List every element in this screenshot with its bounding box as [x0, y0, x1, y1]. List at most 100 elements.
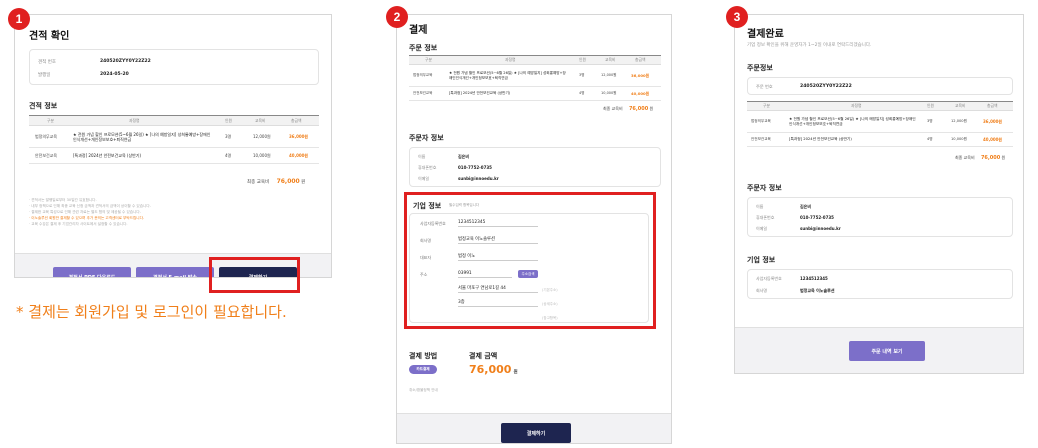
page-title: 결제완료 — [747, 29, 784, 40]
step-badge-1: 1 — [8, 8, 30, 30]
cell-fee: 10,000원 — [951, 137, 967, 141]
payment-amount-unit: 원 — [513, 370, 518, 375]
final-pay-button[interactable]: 결제하기 — [501, 423, 571, 443]
order-table: 구분 과정명 인원 교육비 총금액 법정의무교육 ★ 전원 가념 할인 프로모션… — [409, 55, 661, 107]
cell-course: [특과정] 2024년 안전보건교육 (상반기) — [73, 152, 142, 158]
th-total: 총금액 — [987, 103, 998, 108]
cell-fee: 10,000원 — [253, 152, 271, 158]
quote-info-box: 견적 번호 240520ZYY0Y22Z22 발행일 2024-05-20 — [29, 49, 319, 85]
info-value: 2024-05-20 — [100, 72, 129, 77]
orderer-box: 이름 김은비 휴대폰번호 010-7752-0735 이메일 sunbi@inn… — [747, 197, 1013, 237]
orderer-value: 김은비 — [800, 203, 812, 209]
th-total: 총금액 — [291, 117, 302, 123]
th-category: 구분 — [425, 57, 432, 62]
page-title: 견적 확인 — [29, 31, 70, 42]
section-title-method: 결제 방법 — [409, 352, 438, 360]
total-label: 최종 교육비 — [603, 106, 623, 111]
note-item: · 교육 수강은 결제 후 기업관리자 사이트에서 설정할 수 있습니다. — [29, 222, 128, 226]
section-title-company: 기업 정보 — [747, 256, 776, 264]
order-history-button[interactable]: 주문 내역 보기 — [849, 341, 925, 361]
total-unit: 원 — [649, 106, 654, 111]
orderer-value: 김은비 — [458, 153, 470, 159]
info-row: 발행일 2024-05-20 — [30, 69, 318, 80]
cell-course: ★ 전원 가념 할인 프로모션(5~6월 26일) ★ [나의 예방일지] 성희… — [789, 116, 916, 126]
info-value: 240520ZYY0Y22Z22 — [100, 59, 151, 64]
page-title: 결제 — [409, 25, 428, 36]
company-row: 회사명 법정교육 이노솔루션 — [748, 285, 1012, 296]
cell-category: 법정의무교육 — [35, 133, 58, 139]
company-value: 법정교육 이노솔루션 — [800, 287, 835, 293]
quote-table: 구분 과정명 인원 교육비 총금액 법정의무교육 ★ 전원 가념 할인 프로모션… — [29, 115, 319, 175]
th-course: 과정명 — [505, 57, 516, 62]
orderer-label: 이메일 — [756, 225, 768, 231]
cell-total: 40,000원 — [983, 136, 1003, 142]
total-value: 76,000 — [276, 178, 300, 185]
order-table: 구분 과정명 인원 교육비 총금액 법정의무교육 ★ 전원 가념 할인 프로모션… — [747, 101, 1013, 155]
card-payment-option[interactable]: 카드결제 — [409, 365, 437, 374]
total-row: 최종 교육비 76,000 원 — [247, 178, 305, 185]
table-row: 안전보건교육 [특과정] 2024년 안전보건교육 (상반기) 4명 10,00… — [747, 133, 1013, 147]
th-people: 인원 — [927, 103, 934, 108]
email-send-button[interactable]: 견적서 E-mail 발송 — [136, 267, 214, 277]
total-unit: 원 — [1001, 155, 1006, 160]
cell-course: ★ 전원 가념 할인 프로모션(5~6월 26일) ★ [나의 예방일지] 성희… — [73, 131, 211, 142]
table-row: 안전보건교육 [특과정] 2024년 안전보건교육 (상반기) 4명 10,00… — [29, 148, 319, 164]
highlight-pay-button — [209, 257, 300, 293]
orderer-label: 이메일 — [418, 175, 430, 181]
table-header: 구분 과정명 인원 교육비 총금액 — [409, 56, 661, 65]
order-number-row: 주문 번호 240520ZYY0Y22Z22 — [748, 81, 1012, 92]
section-title-amount: 결제 금액 — [469, 352, 498, 360]
company-label: 회사명 — [756, 287, 768, 293]
orderer-value: sunbi@innoedu.kr — [458, 176, 499, 181]
cell-total: 36,000원 — [631, 72, 650, 78]
step-badge-2: 2 — [386, 6, 408, 28]
orderer-row: 휴대폰번호 010-7752-0735 — [410, 162, 660, 173]
orderer-value: 010-7752-0735 — [800, 215, 834, 220]
info-row: 견적 번호 240520ZYY0Y22Z22 — [30, 56, 318, 67]
orderer-label: 휴대폰번호 — [418, 164, 437, 170]
section-title-order: 주문 정보 — [409, 44, 438, 52]
company-value: 1234512345 — [800, 276, 828, 281]
highlight-company-form — [404, 192, 656, 329]
orderer-box: 이름 김은비 휴대폰번호 010-7752-0735 이메일 sunbi@inn… — [409, 147, 661, 187]
orderer-label: 이름 — [756, 203, 764, 209]
table-header: 구분 과정명 인원 교육비 총금액 — [29, 116, 319, 126]
table-row: 법정의무교육 ★ 전원 가념 할인 프로모션(5~6월 26일) ★ [나의 예… — [29, 126, 319, 148]
table-row: 법정의무교육 ★ 전원 가념 할인 프로모션(5~6월 26일) ★ [나의 예… — [747, 111, 1013, 133]
th-people: 인원 — [579, 57, 586, 62]
cell-total: 40,000원 — [289, 152, 309, 158]
table-row: 법정의무교육 ★ 전원 가념 할인 프로모션(5~6월 26일) ★ [나의 예… — [409, 65, 661, 87]
total-unit: 원 — [301, 180, 306, 185]
payment-amount: 76,000 원 — [469, 363, 518, 376]
cell-category: 법정의무교육 — [751, 119, 771, 123]
th-fee: 교육비 — [955, 103, 966, 108]
total-row: 최종 교육비 76,000 원 — [955, 155, 1005, 161]
cell-fee: 12,000원 — [253, 133, 271, 139]
cell-category: 안전보건교육 — [751, 137, 771, 141]
cell-people: 3명 — [225, 133, 232, 139]
page-subtitle: 기업 정보 확인을 위해 운영자가 1~2일 이내로 연락드리겠습니다. — [747, 43, 872, 48]
table-header: 구분 과정명 인원 교육비 총금액 — [747, 102, 1013, 111]
th-fee: 교육비 — [255, 117, 266, 123]
order-number-label: 주문 번호 — [756, 83, 773, 89]
th-category: 구분 — [763, 103, 770, 108]
login-required-caption: * 결제는 회원가입 및 로그인이 필요합니다. — [16, 303, 287, 321]
cell-fee: 10,000원 — [601, 91, 617, 95]
company-label: 사업자등록번호 — [756, 275, 782, 281]
section-title-orderer: 주문자 정보 — [747, 184, 782, 192]
pdf-download-button[interactable]: 견적서 PDF 다운로드 — [53, 267, 131, 277]
cell-fee: 12,000원 — [951, 119, 967, 123]
th-people: 인원 — [225, 117, 232, 123]
refund-policy-link[interactable]: 취소/환불정책 안내 — [409, 387, 438, 393]
order-number-value: 240520ZYY0Y22Z22 — [800, 84, 852, 89]
table-row: 안전보건교육 [특과정] 2024년 안전보건교육 (상반기) 4명 10,00… — [409, 87, 661, 101]
orderer-row: 이메일 sunbi@innoedu.kr — [410, 173, 660, 184]
cell-fee: 12,000원 — [601, 73, 617, 77]
total-label: 최종 교육비 — [955, 155, 975, 160]
company-row: 사업자등록번호 1234512345 — [748, 273, 1012, 284]
cell-total: 36,000원 — [289, 133, 309, 139]
orderer-label: 이름 — [418, 153, 426, 159]
total-row: 최종 교육비 76,000 원 — [603, 106, 653, 112]
total-value: 76,000 — [628, 106, 649, 112]
total-value: 76,000 — [980, 155, 1001, 161]
